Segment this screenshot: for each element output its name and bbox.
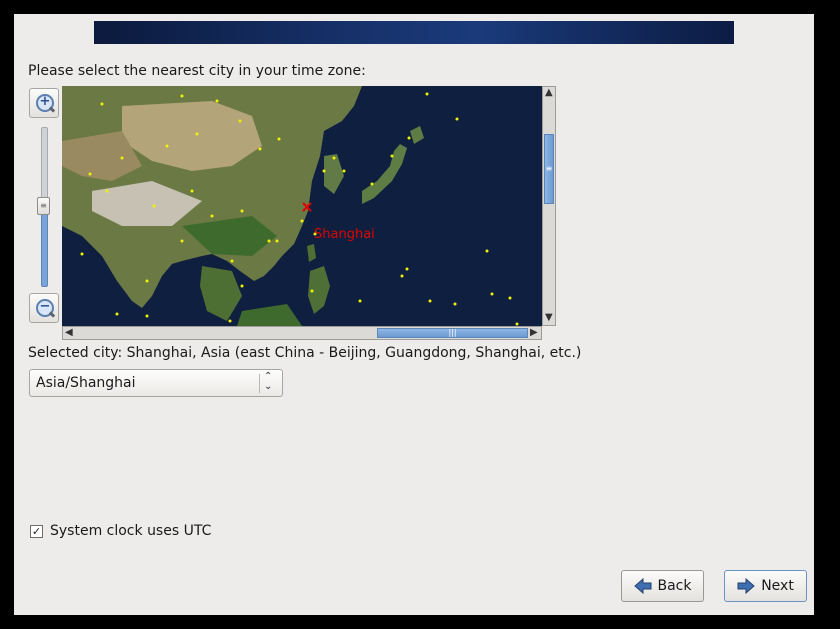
scroll-right-icon[interactable]: ▶ (530, 327, 538, 338)
right-arrow-icon (737, 577, 755, 595)
zoom-out-button[interactable]: − (29, 293, 59, 323)
map-vertical-scroll-thumb[interactable]: ≡ (544, 134, 554, 204)
next-button-label: Next (761, 578, 794, 594)
selected-city-label: Shanghai (314, 227, 375, 242)
next-button[interactable]: Next (724, 570, 807, 602)
timezone-combobox[interactable]: Asia/Shanghai ⌃ ⌄ (29, 369, 283, 397)
utc-checkbox-row[interactable]: ✓ System clock uses UTC (30, 523, 211, 539)
timezone-combobox-value: Asia/Shanghai (36, 375, 136, 391)
zoom-slider-fill (41, 212, 48, 287)
timezone-prompt: Please select the nearest city in your t… (28, 63, 366, 79)
timezone-map[interactable]: Shanghai (62, 86, 542, 326)
combobox-separator (259, 374, 260, 393)
up-down-chevron-icon: ⌃ ⌄ (264, 371, 273, 392)
scroll-down-icon[interactable]: ▼ (545, 312, 553, 323)
zoom-slider-handle[interactable]: ≡ (37, 197, 50, 215)
map-vertical-scrollbar[interactable]: ▲ ≡ ▼ (542, 86, 556, 326)
map-horizontal-scroll-thumb[interactable]: ||| (377, 328, 528, 338)
scroll-left-icon[interactable]: ◀ (65, 327, 73, 338)
utc-checkbox-label: System clock uses UTC (50, 523, 212, 539)
zoom-in-button[interactable]: + (29, 88, 59, 118)
left-arrow-icon (633, 577, 652, 595)
map-image (62, 86, 542, 326)
header-banner (94, 21, 734, 44)
back-button-label: Back (657, 578, 692, 594)
installer-window: Please select the nearest city in your t… (14, 14, 814, 615)
utc-checkbox[interactable]: ✓ (30, 524, 43, 538)
selected-city-text: Selected city: Shanghai, Asia (east Chin… (28, 345, 582, 361)
map-horizontal-scrollbar[interactable]: ◀ ||| ▶ (62, 326, 542, 340)
back-button[interactable]: Back (621, 570, 704, 602)
scroll-up-icon[interactable]: ▲ (545, 87, 553, 98)
